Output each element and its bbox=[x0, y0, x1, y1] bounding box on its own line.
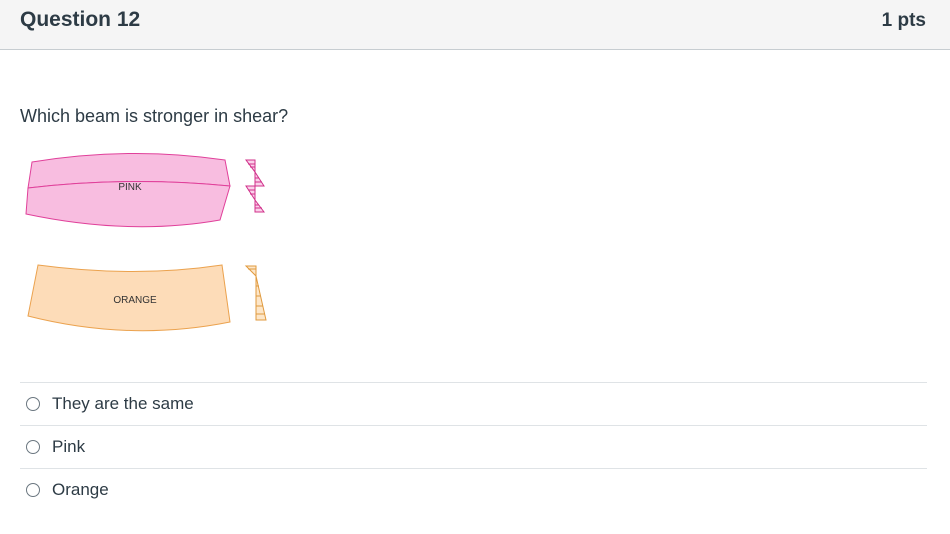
pink-beam-label: PINK bbox=[118, 182, 142, 193]
pink-shear-diagram bbox=[245, 159, 265, 213]
answer-list: They are the same Pink Orange bbox=[20, 382, 927, 511]
radio-button[interactable] bbox=[26, 483, 40, 497]
answer-option-pink[interactable]: Pink bbox=[20, 425, 927, 468]
beam-figure: PINK ORANGE bbox=[25, 153, 267, 332]
orange-beam: ORANGE bbox=[27, 264, 231, 332]
answer-option-orange[interactable]: Orange bbox=[20, 468, 927, 511]
radio-button[interactable] bbox=[26, 397, 40, 411]
question-text: Which beam is stronger in shear? bbox=[20, 106, 289, 126]
radio-button[interactable] bbox=[26, 440, 40, 454]
orange-beam-label: ORANGE bbox=[113, 295, 157, 306]
orange-shear-diagram bbox=[244, 265, 267, 321]
pink-beam: PINK bbox=[25, 153, 231, 228]
answer-label: Pink bbox=[52, 437, 86, 456]
answer-label: They are the same bbox=[52, 394, 194, 413]
answer-option-same[interactable]: They are the same bbox=[20, 382, 927, 425]
question-title: Question 12 bbox=[20, 8, 141, 31]
question-header: Question 12 1 pts bbox=[0, 0, 950, 50]
question-points: 1 pts bbox=[881, 10, 926, 31]
answer-label: Orange bbox=[52, 480, 109, 499]
